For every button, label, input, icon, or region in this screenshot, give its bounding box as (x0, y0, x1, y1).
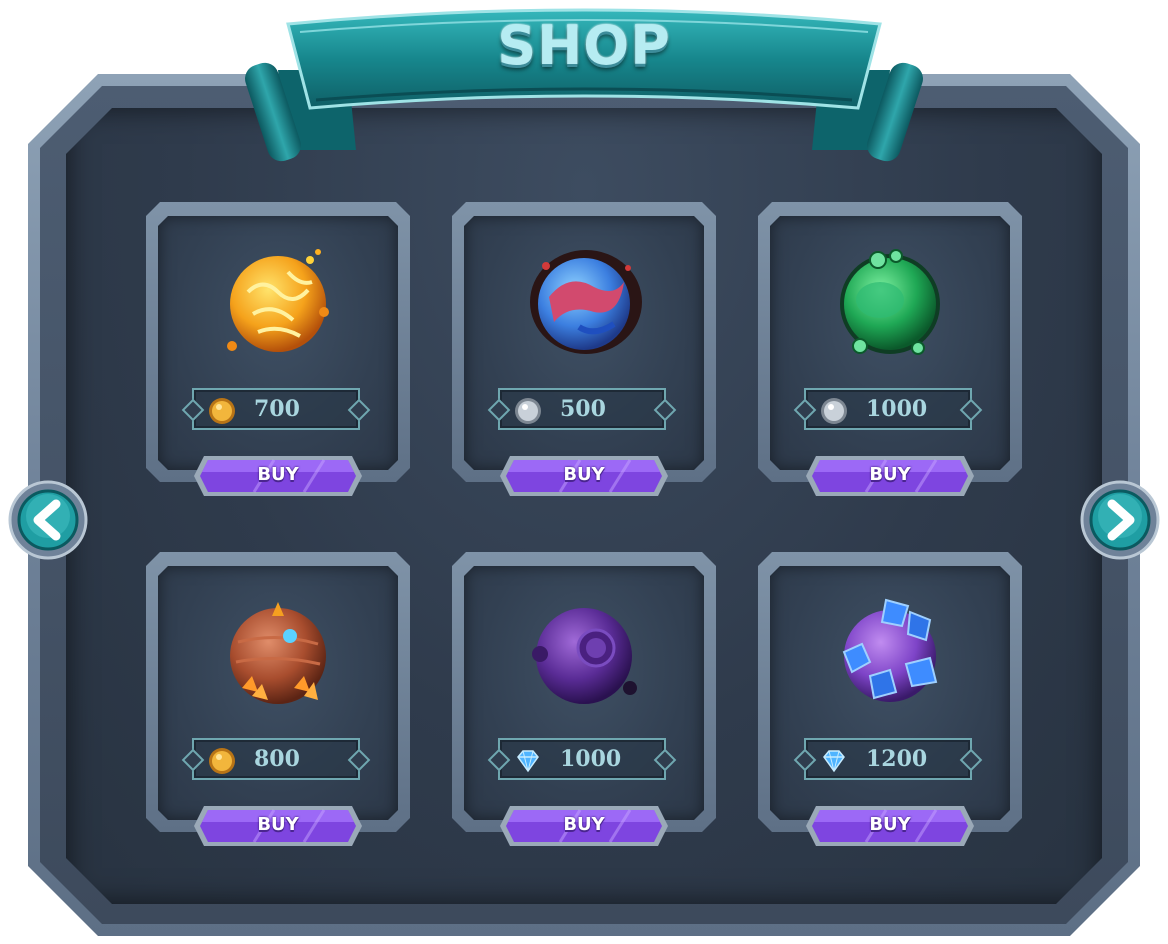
diamond-icon (823, 750, 845, 773)
price-value: 1000 (866, 396, 928, 422)
shop-item-card: 1200 BUY (758, 552, 1022, 852)
shop-item-card: 800 BUY (146, 552, 410, 852)
price-tag: 1000 (804, 388, 972, 430)
buy-button[interactable]: BUY (500, 456, 668, 496)
buy-button[interactable]: BUY (806, 456, 974, 496)
buy-button[interactable]: BUY (806, 806, 974, 846)
price-value: 500 (560, 396, 606, 422)
silver-coin-icon (515, 398, 541, 424)
green-slime-planet-icon (840, 249, 940, 355)
prev-page-button[interactable] (6, 478, 90, 562)
chevron-right-icon (1080, 480, 1160, 560)
buy-label: BUY (869, 814, 911, 835)
price-tag: 500 (498, 388, 666, 430)
price-value: 1000 (560, 746, 622, 772)
buy-button[interactable]: BUY (500, 806, 668, 846)
blue-crystal-purple-planet-icon (842, 598, 938, 702)
blue-red-swirl-planet-icon (530, 250, 642, 354)
buy-label: BUY (869, 464, 911, 485)
shop-item-card: 1000 BUY (452, 552, 716, 852)
buy-button[interactable]: BUY (194, 456, 362, 496)
buy-label: BUY (563, 464, 605, 485)
buy-button[interactable]: BUY (194, 806, 362, 846)
shop-item-card: 1000 BUY (758, 202, 1022, 502)
orange-crystal-planet-icon (230, 602, 326, 704)
gold-coin-icon (209, 398, 235, 424)
buy-label: BUY (257, 464, 299, 485)
price-tag: 1200 (804, 738, 972, 780)
purple-crater-planet-icon (532, 608, 637, 704)
buy-label: BUY (563, 814, 605, 835)
diamond-icon (517, 750, 539, 773)
price-value: 1200 (866, 746, 928, 772)
shop-item-card: 500 BUY (452, 202, 716, 502)
shop-screen: SHOP 700 BUY 500 BUY 1000 BUY 800 BUY 10… (0, 0, 1168, 944)
price-tag: 1000 (498, 738, 666, 780)
silver-coin-icon (821, 398, 847, 424)
chevron-left-icon (8, 480, 88, 560)
price-tag: 800 (192, 738, 360, 780)
price-value: 800 (254, 746, 300, 772)
price-tag: 700 (192, 388, 360, 430)
buy-label: BUY (257, 814, 299, 835)
next-page-button[interactable] (1078, 478, 1162, 562)
molten-gold-planet-icon (227, 249, 329, 352)
shop-title: SHOP (497, 14, 671, 77)
gold-coin-icon (209, 748, 235, 774)
price-value: 700 (254, 396, 300, 422)
shop-item-card: 700 BUY (146, 202, 410, 502)
